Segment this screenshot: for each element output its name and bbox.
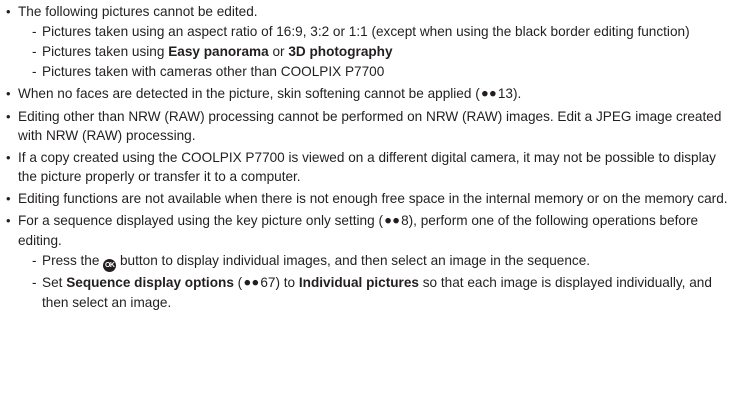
reference-arrow-icon: ⚫⚫: [382, 214, 401, 228]
note-skin-softening: When no faces are detected in the pictur…: [6, 84, 738, 104]
note-copy-other-camera: If a copy created using the COOLPIX P770…: [6, 148, 738, 186]
note-sequence-editing: For a sequence displayed using the key p…: [6, 211, 738, 312]
note-nrw-raw: Editing other than NRW (RAW) processing …: [6, 107, 738, 145]
note-press-ok: Press the OK button to display individua…: [18, 251, 738, 272]
note-free-space: Editing functions are not available when…: [6, 189, 738, 208]
notes-page: The following pictures cannot be edited.…: [0, 0, 738, 312]
note-uneditable-pictures: The following pictures cannot be edited.…: [6, 2, 738, 81]
ok-button-icon: OK: [103, 259, 117, 272]
note-panorama-3d: Pictures taken using Easy panorama or 3D…: [18, 42, 738, 61]
note-aspect-ratio: Pictures taken using an aspect ratio of …: [18, 22, 738, 41]
note-sequence-display-options: Set Sequence display options (⚫⚫67) to I…: [18, 273, 738, 312]
note-other-cameras: Pictures taken with cameras other than C…: [18, 62, 738, 81]
reference-arrow-icon: ⚫⚫: [242, 276, 260, 290]
reference-arrow-icon: ⚫⚫: [479, 87, 498, 101]
